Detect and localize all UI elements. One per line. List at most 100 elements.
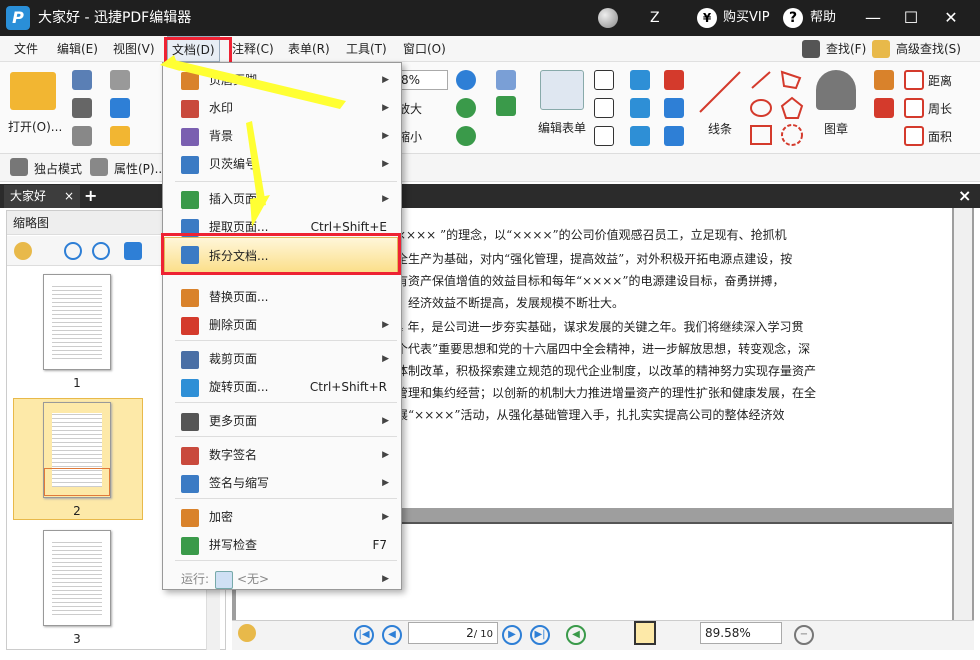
callout-icon[interactable] [594,126,614,146]
find-icon[interactable] [802,40,820,58]
attach-icon[interactable] [664,98,684,118]
note-icon[interactable] [664,70,684,90]
help-button[interactable]: 帮助 [810,0,836,36]
page-number-input[interactable]: 2/ 10 [408,622,498,644]
menu-item-label: 替换页面... [209,290,269,304]
menu-item-delete-pages[interactable]: 删除页面 ▶ [163,312,401,338]
distance-button[interactable]: 距离 [928,72,952,89]
zoom-in-icon[interactable] [456,70,476,90]
first-page-icon[interactable]: |◀ [354,625,374,645]
edit-form-icon[interactable] [540,70,584,110]
tab-close-icon[interactable]: × [64,185,74,207]
submenu-arrow-icon: ▶ [382,416,389,426]
menu-item-more-pages[interactable]: 更多页面 ▶ [163,408,401,434]
last-page-icon[interactable]: ▶| [530,625,550,645]
tab-add-icon[interactable]: + [84,185,97,207]
new-icon[interactable] [110,126,130,146]
edit-form-button[interactable]: 编辑表单 [538,119,586,136]
stamp-icon[interactable] [816,70,856,110]
lock-icon [181,509,199,527]
menu-item-encrypt[interactable]: 加密 ▶ [163,504,401,530]
menu-item-replace-pages[interactable]: 替换页面... [163,284,401,310]
form-text-icon[interactable] [496,70,516,90]
open-button[interactable]: 打开(O)... [8,118,62,135]
yen-icon[interactable]: ¥ [697,8,717,28]
submenu-arrow-icon: ▶ [382,75,389,85]
help-icon[interactable]: ? [783,8,803,28]
buy-vip-button[interactable]: 购买VIP [723,0,770,36]
sound-icon[interactable] [664,126,684,146]
rotate-thumb-icon[interactable] [124,242,142,260]
close-icon[interactable]: ✕ [940,8,962,28]
area-button[interactable]: 面积 [928,128,952,145]
distance-icon[interactable] [904,70,924,90]
underline-icon[interactable] [630,126,650,146]
eraser-icon[interactable] [874,98,894,118]
gear-icon[interactable] [14,242,32,260]
menu-item-sign-initials[interactable]: 签名与缩写 ▶ [163,470,401,496]
save-icon[interactable] [72,70,92,90]
properties-icon[interactable] [90,158,108,176]
menu-item-spell-check[interactable]: 拼写检查 F7 [163,532,401,558]
menu-item-crop-pages[interactable]: 裁剪页面 ▶ [163,346,401,372]
zoom-level-input[interactable]: 89.58% [700,622,782,644]
zoom-in-thumb-icon[interactable] [64,242,82,260]
folder-open-icon[interactable] [10,72,56,110]
perimeter-button[interactable]: 周长 [928,100,952,117]
arrow-head-icon [250,195,270,227]
form-add-icon[interactable] [496,96,516,116]
document-scrollbar[interactable] [954,208,972,620]
text-field-icon[interactable] [594,98,614,118]
menu-item-digital-signature[interactable]: 数字签名 ▶ [163,442,401,468]
menu-edit[interactable]: 编辑(E) [57,36,98,62]
next-page-icon[interactable]: ▶ [502,625,522,645]
scan-icon[interactable] [110,98,130,118]
email-icon[interactable] [110,70,130,90]
shapes-icon[interactable] [748,68,808,150]
line-button[interactable]: 线条 [708,120,732,137]
menu-file[interactable]: 文件 [14,36,38,62]
user-name[interactable]: Z [650,0,660,36]
back-icon[interactable]: ◀ [566,625,586,645]
area-icon[interactable] [904,126,924,146]
properties-button[interactable]: 属性(P)... [114,160,166,177]
prev-page-icon[interactable]: ◀ [382,625,402,645]
stamp-button[interactable]: 图章 [824,120,848,137]
print-icon[interactable] [72,98,92,118]
submenu-arrow-icon: ▶ [382,354,389,364]
rotate-left-icon[interactable] [456,98,476,118]
zoom-out-status-icon[interactable]: − [794,625,814,645]
menu-window[interactable]: 窗口(O) [403,36,446,62]
menu-item-rotate-pages[interactable]: 旋转页面... Ctrl+Shift+R [163,374,401,400]
close-document-icon[interactable]: × [958,185,971,207]
strikeout-icon[interactable] [630,98,650,118]
page-thumbnail[interactable] [43,530,111,626]
settings-icon[interactable] [238,624,256,642]
find-button[interactable]: 查找(F) [826,36,866,62]
text-box-icon[interactable] [594,70,614,90]
exclusive-mode-button[interactable]: 独占模式 [34,160,82,177]
rotate-right-icon[interactable] [456,126,476,146]
exclusive-mode-icon[interactable] [10,158,28,176]
avatar[interactable] [598,8,618,28]
menu-shortcut: Ctrl+Shift+R [309,380,387,394]
menu-tools[interactable]: 工具(T) [346,36,387,62]
advanced-find-button[interactable]: 高级查找(S) [896,36,961,62]
menu-view[interactable]: 视图(V) [113,36,155,62]
page-thumbnail[interactable] [43,274,111,370]
window-title: 大家好 - 迅捷PDF编辑器 [38,10,192,26]
pencil-icon[interactable] [874,70,894,90]
maximize-icon[interactable]: ☐ [900,8,922,28]
menu-item-label: 旋转页面... [209,380,269,394]
single-page-view-icon[interactable] [634,621,656,645]
line-icon[interactable] [696,68,744,116]
typewriter-icon[interactable] [630,70,650,90]
folder-search-icon[interactable] [872,40,890,58]
zoom-out-thumb-icon[interactable] [92,242,110,260]
zoom-combo[interactable]: 8% [396,70,448,90]
submenu-arrow-icon: ▶ [382,159,389,169]
minimize-icon[interactable]: — [862,8,884,28]
thumbnail-view-box[interactable] [44,468,110,496]
perimeter-icon[interactable] [904,98,924,118]
export-icon[interactable] [72,126,92,146]
